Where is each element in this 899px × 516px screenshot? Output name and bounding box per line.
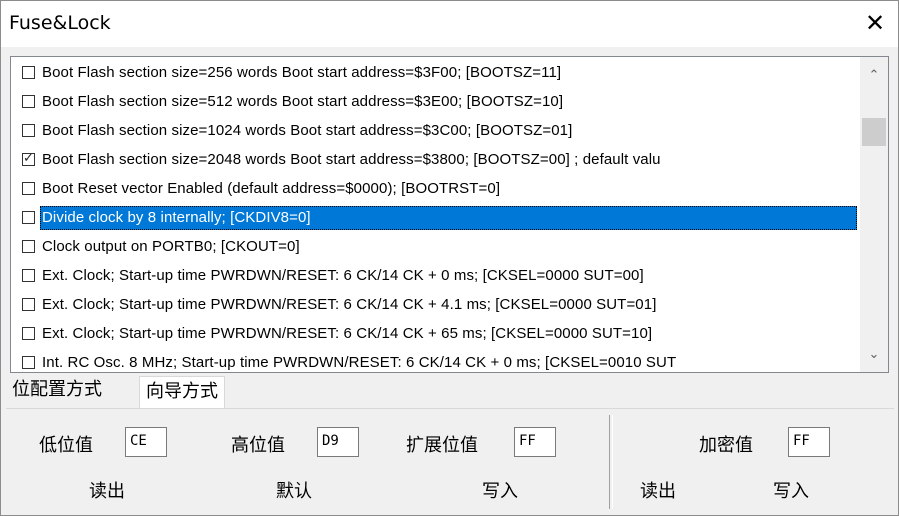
low-fuse-field[interactable]: CE [125, 427, 167, 457]
tab-bit-config[interactable]: 位配置方式 [6, 375, 108, 407]
vertical-scrollbar[interactable]: ⌃ ⌄ [860, 57, 888, 372]
extended-fuse-label: 扩展位值 [406, 435, 478, 456]
fuse-default-button[interactable]: 默认 [276, 477, 312, 503]
fuse-checkbox[interactable] [22, 66, 35, 79]
fuse-option-label: Int. RC Osc. 8 MHz; Start-up time PWRDWN… [42, 354, 677, 371]
low-fuse-label: 低位值 [39, 435, 93, 456]
list-item[interactable]: Ext. Clock; Start-up time PWRDWN/RESET: … [11, 262, 859, 291]
fuse-read-button[interactable]: 读出 [89, 477, 125, 503]
fuse-write-button[interactable]: 写入 [482, 477, 518, 503]
fuse-checkbox[interactable] [22, 356, 35, 369]
window-title: Fuse&Lock [9, 12, 111, 34]
fuse-checkbox[interactable] [22, 327, 35, 340]
close-icon[interactable]: ✕ [852, 1, 898, 47]
fuse-checkbox[interactable] [22, 211, 35, 224]
list-item[interactable]: ✓ Boot Flash section size=2048 words Boot… [11, 146, 859, 175]
fuse-rows: Boot Flash section size=256 words Boot s… [11, 59, 859, 372]
fuse-lock-dialog: Fuse&Lock ✕ Boot Flash section size=256 … [0, 0, 899, 516]
fuse-option-label: Ext. Clock; Start-up time PWRDWN/RESET: … [42, 296, 657, 313]
lock-read-button[interactable]: 读出 [640, 477, 676, 503]
fuse-options-list[interactable]: Boot Flash section size=256 words Boot s… [10, 56, 889, 373]
fuse-values-panel: 低位值 CE 高位值 D9 扩展位值 FF 读出 默认 写入 加密值 FF 读出… [6, 408, 894, 513]
title-bar: Fuse&Lock ✕ [1, 1, 898, 47]
fuse-option-label: Ext. Clock; Start-up time PWRDWN/RESET: … [42, 325, 653, 342]
fuse-checkbox[interactable] [22, 240, 35, 253]
high-fuse-label: 高位值 [231, 435, 285, 456]
list-item[interactable]: Ext. Clock; Start-up time PWRDWN/RESET: … [11, 320, 859, 349]
list-item[interactable]: Ext. Clock; Start-up time PWRDWN/RESET: … [11, 291, 859, 320]
fuse-option-label: Boot Reset vector Enabled (default addre… [42, 180, 501, 197]
lock-field[interactable]: FF [788, 427, 830, 457]
fuse-checkbox[interactable] [22, 298, 35, 311]
lock-write-button[interactable]: 写入 [773, 477, 809, 503]
fuse-checkbox[interactable]: ✓ [22, 151, 35, 166]
high-fuse-field[interactable]: D9 [317, 427, 359, 457]
tab-wizard[interactable]: 向导方式 [139, 376, 225, 411]
mode-tabs: 位配置方式 向导方式 [6, 374, 306, 411]
scroll-up-icon[interactable]: ⌃ [860, 65, 888, 87]
panel-divider [609, 415, 613, 509]
fuse-option-label: Boot Flash section size=1024 words Boot … [42, 122, 573, 139]
list-item[interactable]: Boot Flash section size=256 words Boot s… [11, 59, 859, 88]
scroll-down-icon[interactable]: ⌄ [860, 344, 888, 366]
lock-label: 加密值 [699, 435, 753, 456]
fuse-option-label: Clock output on PORTB0; [CKOUT=0] [42, 238, 300, 255]
scroll-thumb[interactable] [862, 118, 886, 146]
fuse-checkbox[interactable] [22, 95, 35, 108]
fuse-checkbox[interactable] [22, 182, 35, 195]
list-item[interactable]: Boot Flash section size=1024 words Boot … [11, 117, 859, 146]
fuse-checkbox[interactable] [22, 269, 35, 282]
fuse-option-label: Boot Flash section size=2048 words Boot … [42, 151, 661, 168]
list-item[interactable]: Clock output on PORTB0; [CKOUT=0] [11, 233, 859, 262]
checkmark-icon: ✓ [23, 151, 34, 166]
fuse-option-label: Boot Flash section size=256 words Boot s… [42, 64, 562, 81]
list-item[interactable]: Boot Reset vector Enabled (default addre… [11, 175, 859, 204]
fuse-option-label: Divide clock by 8 internally; [CKDIV8=0] [42, 209, 311, 226]
fuse-option-label: Boot Flash section size=512 words Boot s… [42, 93, 564, 110]
extended-fuse-field[interactable]: FF [514, 427, 556, 457]
list-item[interactable]: Divide clock by 8 internally; [CKDIV8=0] [11, 204, 859, 233]
list-item[interactable]: Int. RC Osc. 8 MHz; Start-up time PWRDWN… [11, 349, 859, 372]
list-item[interactable]: Boot Flash section size=512 words Boot s… [11, 88, 859, 117]
fuse-checkbox[interactable] [22, 124, 35, 137]
fuse-option-label: Ext. Clock; Start-up time PWRDWN/RESET: … [42, 267, 644, 284]
